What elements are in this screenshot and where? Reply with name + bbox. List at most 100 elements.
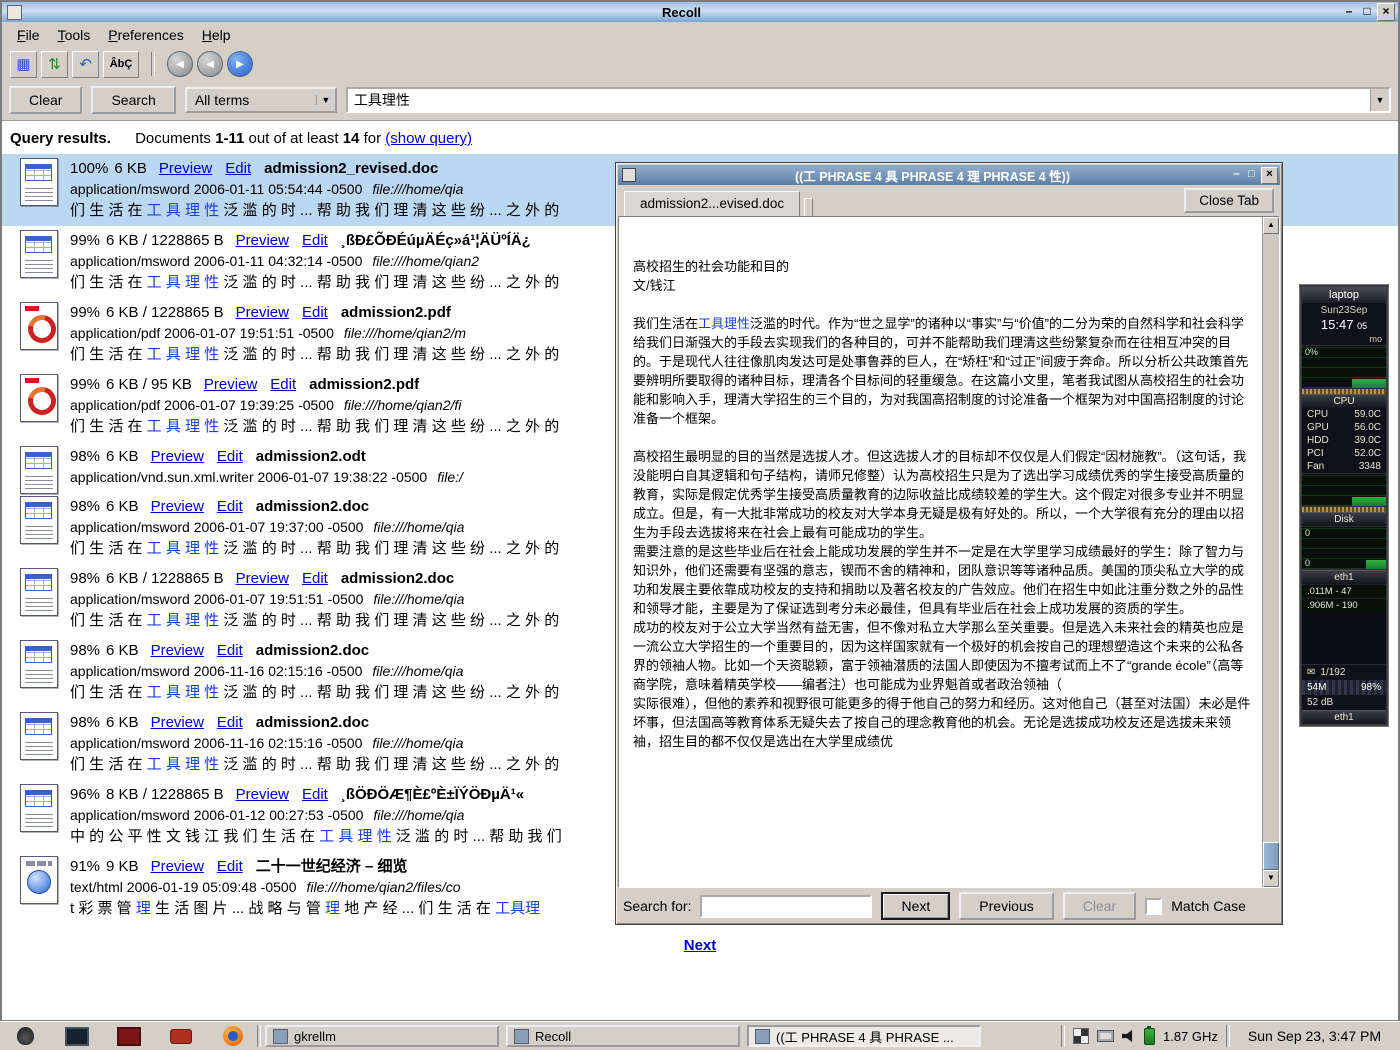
scroll-up-icon[interactable]: ▲ xyxy=(1263,217,1279,234)
memory-percent: 98% xyxy=(1361,682,1381,693)
edit-link[interactable]: Edit xyxy=(217,714,243,731)
pdf-file-icon xyxy=(20,374,58,422)
launcher-menu-button[interactable] xyxy=(13,1024,37,1048)
fan-value: 3348 xyxy=(1359,460,1381,473)
search-bar: Clear Search All terms ▼ ▼ xyxy=(2,81,1398,119)
preview-link[interactable]: Preview xyxy=(151,448,204,465)
scroll-down-icon[interactable]: ▼ xyxy=(1263,870,1279,887)
edit-link[interactable]: Edit xyxy=(217,858,243,875)
edit-link[interactable]: Edit xyxy=(217,498,243,515)
preview-paragraph: 成功的校友对于公立大学当然有益无害，但不像对私立大学那么至关重要。但是选入未来社… xyxy=(633,618,1254,694)
result-url: file:///home/qian2/fi xyxy=(344,397,462,413)
preview-minimize-button[interactable]: – xyxy=(1229,168,1244,183)
clear-button[interactable]: Clear xyxy=(9,86,82,114)
search-button[interactable]: Search xyxy=(91,86,175,114)
preview-scrollbar[interactable]: ▲ ▼ xyxy=(1262,217,1279,887)
pager-icon[interactable] xyxy=(1073,1028,1089,1044)
result-url: file:///home/qia xyxy=(372,735,463,751)
doc-file-icon xyxy=(20,712,58,760)
find-input[interactable] xyxy=(700,895,872,918)
show-query-link[interactable]: (show query) xyxy=(385,130,472,147)
result-title: ¸ßÐ£ÕÐÉúµÄÉç»á¹¦ÄÜºÍÄ¿ xyxy=(341,232,531,249)
preview-link[interactable]: Preview xyxy=(159,160,212,177)
edit-link[interactable]: Edit xyxy=(270,376,296,393)
taskbar-task-button[interactable]: Recoll xyxy=(506,1025,740,1047)
edit-link[interactable]: Edit xyxy=(302,570,328,587)
find-previous-button[interactable]: Previous xyxy=(959,892,1053,920)
find-next-button[interactable]: Next xyxy=(881,892,950,920)
launcher-terminal-button[interactable] xyxy=(65,1024,89,1048)
preview-link[interactable]: Preview xyxy=(236,304,289,321)
preview-link[interactable]: Preview xyxy=(236,570,289,587)
nav-back2-button[interactable]: ◀ xyxy=(197,51,223,77)
clock-seconds: 05 xyxy=(1357,321,1367,331)
preview-close-button[interactable]: × xyxy=(1261,167,1278,184)
chevron-down-icon: ▼ xyxy=(1376,95,1385,105)
volume-icon[interactable] xyxy=(1122,1029,1136,1043)
menu-help[interactable]: Help xyxy=(193,24,240,46)
query-input[interactable] xyxy=(348,89,1370,111)
search-mode-select[interactable]: All terms ▼ xyxy=(185,87,337,113)
file-icon-wrap xyxy=(8,230,70,298)
term-explorer-icon: ÂbÇ xyxy=(110,58,133,70)
find-clear-button[interactable]: Clear xyxy=(1063,892,1136,920)
result-url: file:///home/qia xyxy=(372,663,463,679)
taskbar-task-button[interactable]: gkrellm xyxy=(265,1025,499,1047)
mail-row: ✉ 1/192 xyxy=(1302,664,1386,680)
term-explorer-button[interactable]: ÂbÇ xyxy=(103,51,139,78)
file-icon-wrap xyxy=(8,568,70,636)
nav-back-button[interactable]: ◀ xyxy=(167,51,193,77)
history-button[interactable]: ↶ xyxy=(72,51,99,78)
result-size: 9 KB xyxy=(106,858,139,875)
edit-link[interactable]: Edit xyxy=(302,232,328,249)
battery-icon[interactable] xyxy=(1144,1028,1155,1045)
preview-titlebar[interactable]: ((工 PHRASE 4 具 PHRASE 4 理 PHRASE 4 性)) –… xyxy=(618,165,1280,185)
first-page-button[interactable]: ▦ xyxy=(10,51,37,78)
gkrellm-monitor[interactable]: laptop Sun23Sep 15:47 05 mo 0% CPU CPU59… xyxy=(1300,285,1388,726)
preview-link[interactable]: Preview xyxy=(236,786,289,803)
preview-link[interactable]: Preview xyxy=(151,642,204,659)
nav-forward-button[interactable]: ▶ xyxy=(227,51,253,77)
close-tab-button[interactable]: Close Tab xyxy=(1184,188,1274,213)
scrollbar-thumb[interactable] xyxy=(1263,842,1279,870)
edit-link[interactable]: Edit xyxy=(302,304,328,321)
preview-link[interactable]: Preview xyxy=(151,858,204,875)
preview-link[interactable]: Preview xyxy=(151,714,204,731)
preview-maximize-button[interactable]: □ xyxy=(1244,168,1259,183)
launcher-firefox-button[interactable] xyxy=(221,1024,245,1048)
disk-panel-label: Disk xyxy=(1302,512,1386,526)
launcher-monitor-button[interactable] xyxy=(117,1024,141,1048)
match-case-checkbox[interactable] xyxy=(1145,898,1162,915)
minimize-button[interactable]: – xyxy=(1341,4,1357,20)
system-tray: 1.87 GHz xyxy=(1073,1028,1218,1045)
menu-file[interactable]: File xyxy=(8,24,49,46)
preview-link[interactable]: Preview xyxy=(204,376,257,393)
disk-write-label: 0 xyxy=(1305,558,1310,568)
sort-button[interactable]: ⇅ xyxy=(41,51,68,78)
preview-link[interactable]: Preview xyxy=(236,232,289,249)
results-docs-word: Documents xyxy=(135,130,211,147)
launcher-toolbox-button[interactable] xyxy=(169,1024,193,1048)
window-titlebar[interactable]: Recoll – □ × xyxy=(2,2,1398,22)
query-history-dropdown[interactable]: ▼ xyxy=(1370,89,1389,111)
results-range: 1-11 xyxy=(215,130,244,147)
task-button-list: gkrellm Recoll ((工 PHRASE 4 具 PHRASE ... xyxy=(265,1025,1057,1047)
edit-link[interactable]: Edit xyxy=(217,448,243,465)
menu-preferences[interactable]: Preferences xyxy=(99,24,193,46)
sensor-value: 39.0C xyxy=(1354,434,1381,447)
close-button[interactable]: × xyxy=(1377,3,1395,21)
sensor-value: 59.0C xyxy=(1354,408,1381,421)
memory-row: 54M 98% xyxy=(1302,680,1386,695)
edit-link[interactable]: Edit xyxy=(302,786,328,803)
result-title: ¸ßÖÐÖÆ¶È£ºÈ±ÏÝÖÐµÄ¹« xyxy=(341,786,524,803)
edit-link[interactable]: Edit xyxy=(225,160,251,177)
result-mime-date: application/msword 2006-01-11 05:54:44 -… xyxy=(70,181,362,197)
taskbar-task-button[interactable]: ((工 PHRASE 4 具 PHRASE ... xyxy=(747,1025,981,1047)
keyboard-layout-icon[interactable] xyxy=(1097,1030,1114,1042)
preview-tab[interactable]: admission2...evised.doc xyxy=(624,191,800,216)
edit-link[interactable]: Edit xyxy=(217,642,243,659)
maximize-button[interactable]: □ xyxy=(1359,4,1375,20)
menu-tools[interactable]: Tools xyxy=(49,24,100,46)
preview-link[interactable]: Preview xyxy=(151,498,204,515)
next-page-link[interactable]: Next xyxy=(684,937,717,954)
